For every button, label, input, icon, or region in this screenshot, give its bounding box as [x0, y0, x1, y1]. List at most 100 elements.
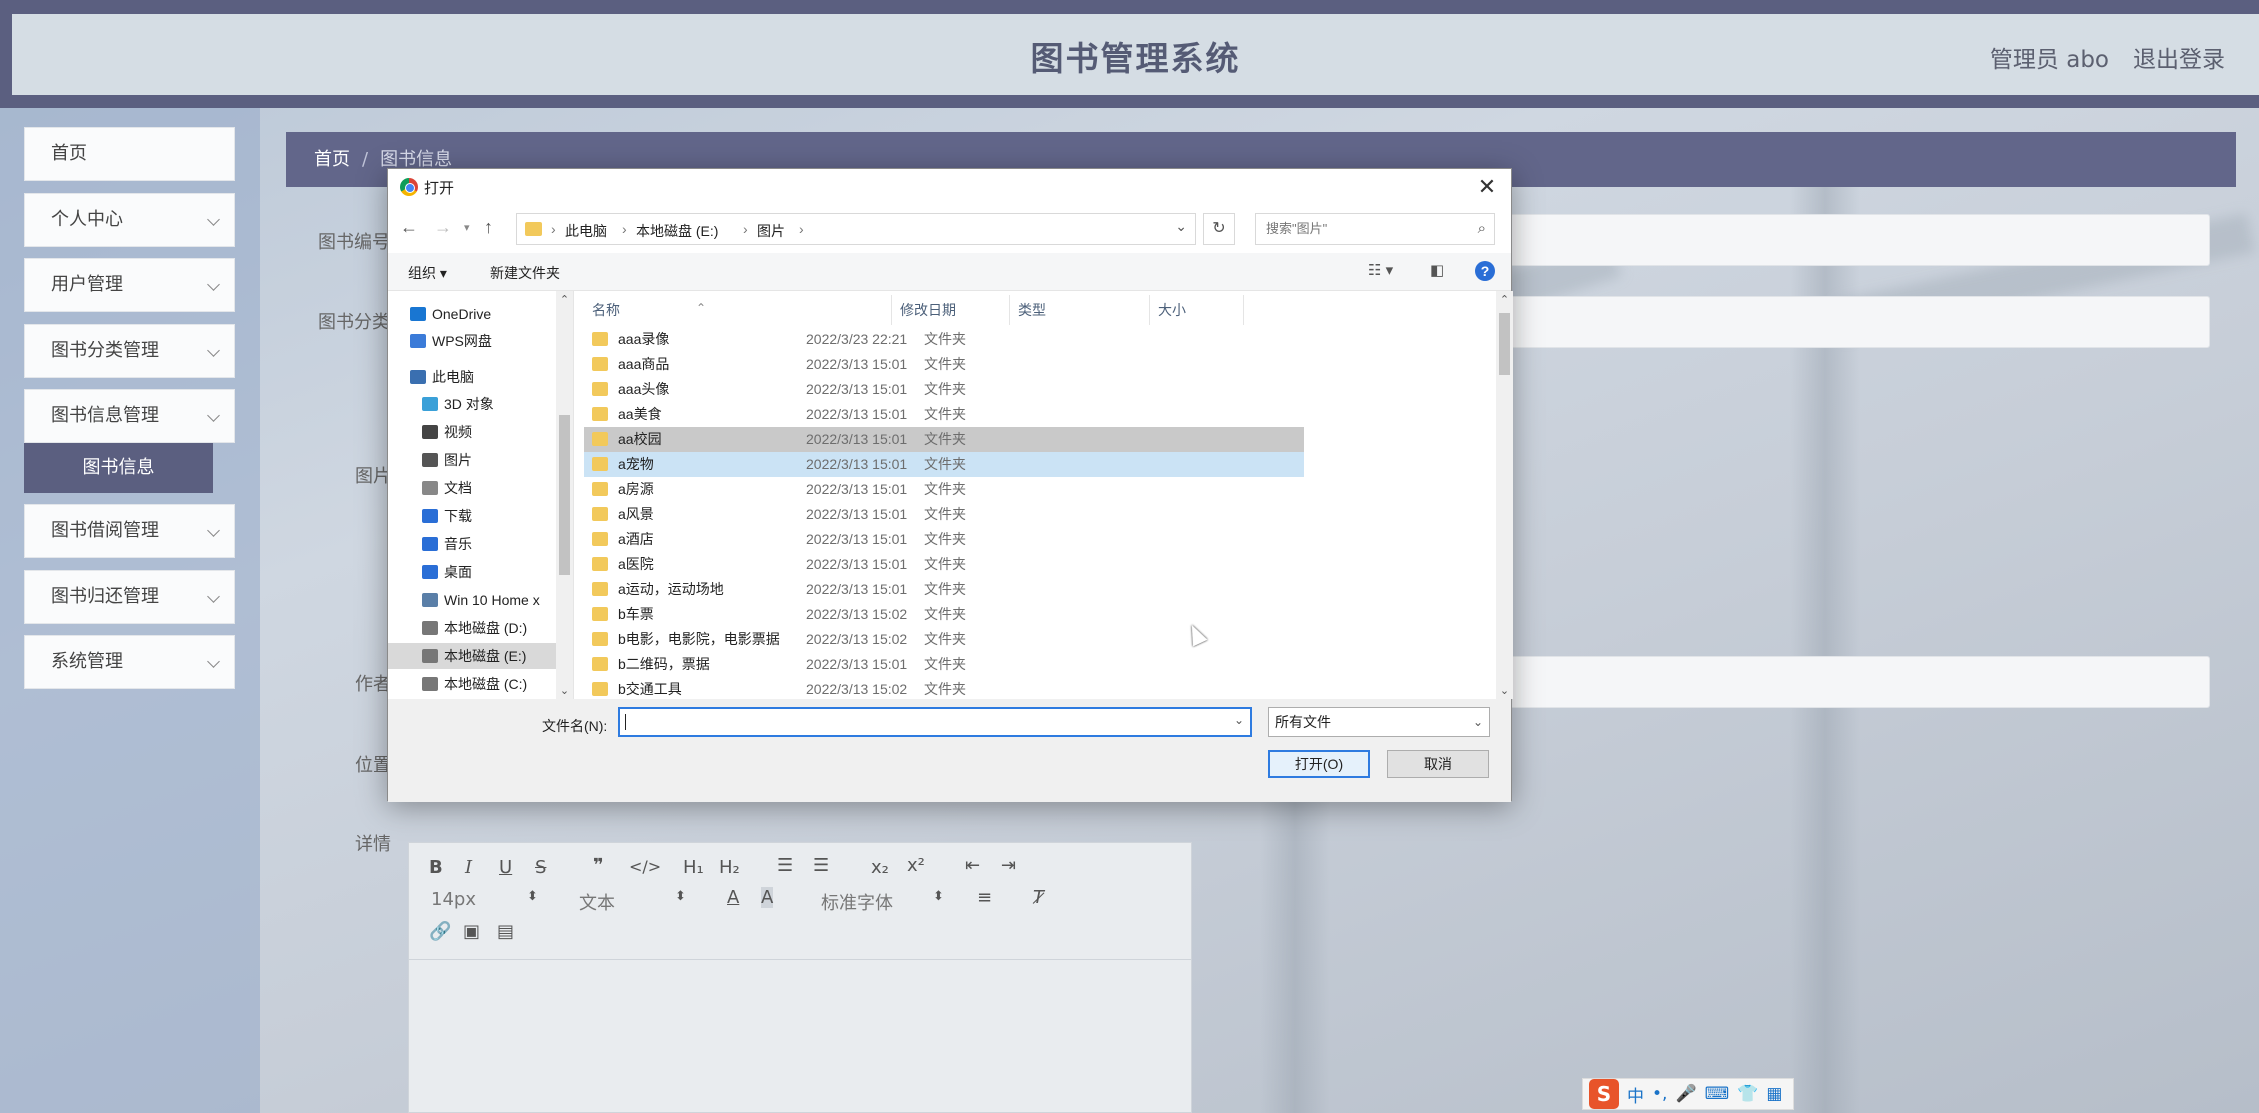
file-row[interactable]: a酒店 2022/3/13 15:01 文件夹 [584, 527, 1304, 552]
file-list-scrollbar[interactable]: ⌃ ⌄ [1496, 291, 1513, 699]
skin-icon[interactable]: 👕 [1737, 1084, 1758, 1104]
ordered-list-icon[interactable]: ☰ [777, 855, 793, 876]
back-arrow-icon[interactable]: ← [400, 217, 418, 238]
link-icon[interactable]: 🔗 [429, 921, 451, 942]
file-row[interactable]: a宠物 2022/3/13 15:01 文件夹 [584, 452, 1304, 477]
scroll-up-arrow-icon[interactable]: ⌃ [1496, 293, 1513, 306]
superscript-icon[interactable]: x² [907, 855, 925, 876]
nav-pane-scrollbar[interactable]: ⌃ ⌄ [556, 291, 573, 699]
preview-pane-icon[interactable]: ◧ [1430, 261, 1444, 279]
video-icon[interactable]: ▤ [497, 921, 514, 942]
nav-item-0[interactable]: OneDrive [388, 301, 556, 327]
font-family-select[interactable]: 标准字体 [821, 889, 893, 915]
strikethrough-icon[interactable]: S [535, 857, 546, 878]
filename-input[interactable]: ⌄ [618, 707, 1252, 737]
bold-icon[interactable]: B [429, 857, 443, 878]
scroll-down-arrow-icon[interactable]: ⌄ [556, 684, 573, 697]
nav-item-11[interactable]: 本地磁盘 (D:) [388, 615, 556, 641]
nav-item-13[interactable]: 本地磁盘 (C:) [388, 671, 556, 697]
keyboard-icon[interactable]: ⌨ [1705, 1084, 1730, 1104]
view-options-icon[interactable]: ☷ ▾ [1368, 261, 1393, 279]
refresh-icon[interactable]: ↻ [1203, 213, 1235, 245]
sidebar-subitem-book-info[interactable]: 图书信息 [24, 443, 213, 493]
organize-button[interactable]: 组织 ▾ [408, 263, 447, 283]
sidebar-item-category-management[interactable]: 图书分类管理 [24, 324, 235, 378]
sidebar-item-system-management[interactable]: 系统管理 [24, 635, 235, 689]
close-icon[interactable]: ✕ [1473, 173, 1501, 201]
ime-language[interactable]: 中 [1627, 1082, 1644, 1107]
toolbox-icon[interactable]: ▦ [1766, 1084, 1782, 1104]
file-row[interactable]: a风景 2022/3/13 15:01 文件夹 [584, 502, 1304, 527]
breadcrumb-home[interactable]: 首页 [314, 149, 350, 170]
block-type-select[interactable]: 文本 [579, 889, 615, 915]
nav-item-9[interactable]: 桌面 [388, 559, 556, 585]
indent-icon[interactable]: ⇥ [1001, 855, 1016, 876]
up-arrow-icon[interactable]: ↑ [484, 217, 493, 238]
heading2-icon[interactable]: H₂ [719, 857, 740, 878]
underline-icon[interactable]: U [499, 857, 512, 878]
scroll-down-arrow-icon[interactable]: ⌄ [1496, 684, 1513, 697]
text-color-icon[interactable]: A [727, 887, 739, 908]
outdent-icon[interactable]: ⇤ [965, 855, 980, 876]
address-segment-pictures[interactable]: 图片 [757, 221, 785, 241]
sidebar-item-borrow-management[interactable]: 图书借阅管理 [24, 504, 235, 558]
help-icon[interactable]: ? [1475, 261, 1495, 281]
file-row[interactable]: b交通工具 2022/3/13 15:02 文件夹 [584, 677, 1304, 699]
chevron-down-icon[interactable]: ⌄ [1234, 713, 1244, 727]
file-row[interactable]: aaa商品 2022/3/13 15:01 文件夹 [584, 352, 1304, 377]
microphone-icon[interactable]: 🎤 [1675, 1084, 1696, 1104]
book-no-input[interactable] [1500, 214, 2210, 266]
heading1-icon[interactable]: H₁ [683, 857, 704, 878]
column-header-type[interactable]: 类型 [1010, 295, 1150, 325]
open-button[interactable]: 打开(O) [1268, 750, 1370, 778]
file-row[interactable]: aaa头像 2022/3/13 15:01 文件夹 [584, 377, 1304, 402]
sidebar-item-return-management[interactable]: 图书归还管理 [24, 570, 235, 624]
nav-item-12[interactable]: 本地磁盘 (E:) [388, 643, 556, 669]
column-header-modified[interactable]: 修改日期 [892, 295, 1010, 325]
nav-item-7[interactable]: 下载 [388, 503, 556, 529]
align-icon[interactable]: ≡ [977, 887, 992, 908]
background-color-icon[interactable]: A [761, 887, 774, 908]
recent-locations-chevron-icon[interactable]: ▾ [464, 221, 470, 234]
nav-item-10[interactable]: Win 10 Home x [388, 587, 556, 613]
author-input[interactable] [1500, 656, 2210, 708]
code-icon[interactable]: </> [629, 857, 661, 876]
address-bar[interactable]: › 此电脑 › 本地磁盘 (E:) › 图片 › ⌄ [516, 213, 1196, 245]
nav-item-3[interactable]: 3D 对象 [388, 391, 556, 417]
nav-item-5[interactable]: 图片 [388, 447, 556, 473]
font-size-select[interactable]: 14px [431, 889, 476, 910]
file-row[interactable]: aa美食 2022/3/13 15:01 文件夹 [584, 402, 1304, 427]
clear-format-icon[interactable]: T̷ [1033, 887, 1044, 908]
nav-item-4[interactable]: 视频 [388, 419, 556, 445]
blockquote-icon[interactable]: ❞ [593, 855, 604, 876]
bullet-list-icon[interactable]: ☰ [813, 855, 829, 876]
scroll-up-arrow-icon[interactable]: ⌃ [556, 293, 573, 306]
nav-item-6[interactable]: 文档 [388, 475, 556, 501]
column-header-name[interactable]: 名称 ⌃ [584, 295, 892, 325]
new-folder-button[interactable]: 新建文件夹 [490, 263, 560, 283]
logout-link[interactable]: 退出登录 [2133, 40, 2225, 74]
sidebar-item-home[interactable]: 首页 [24, 127, 235, 181]
punctuation-icon[interactable]: •, [1652, 1084, 1667, 1104]
file-row[interactable]: a房源 2022/3/13 15:01 文件夹 [584, 477, 1304, 502]
address-dropdown-icon[interactable]: ⌄ [1175, 218, 1187, 235]
search-input[interactable]: 搜索"图片" ⌕ [1255, 213, 1495, 245]
column-header-size[interactable]: 大小 [1150, 295, 1244, 325]
nav-item-1[interactable]: WPS网盘 [388, 328, 556, 354]
category-select[interactable] [1500, 296, 2210, 348]
file-row[interactable]: a医院 2022/3/13 15:01 文件夹 [584, 552, 1304, 577]
subscript-icon[interactable]: x₂ [871, 857, 889, 878]
sidebar-item-book-info-management[interactable]: 图书信息管理 [24, 389, 235, 443]
scrollbar-thumb[interactable] [1499, 313, 1510, 375]
sidebar-item-personal-center[interactable]: 个人中心 [24, 193, 235, 247]
sogou-logo-icon[interactable]: S [1589, 1079, 1619, 1109]
cancel-button[interactable]: 取消 [1387, 750, 1489, 778]
image-icon[interactable]: ▣ [463, 921, 480, 942]
file-row[interactable]: aaa录像 2022/3/23 22:21 文件夹 [584, 327, 1304, 352]
forward-arrow-icon[interactable]: → [434, 217, 452, 238]
file-row[interactable]: b二维码，票据 2022/3/13 15:01 文件夹 [584, 652, 1304, 677]
nav-item-2[interactable]: 此电脑 [388, 364, 556, 390]
nav-item-8[interactable]: 音乐 [388, 531, 556, 557]
scrollbar-thumb[interactable] [559, 415, 570, 575]
file-row[interactable]: aa校园 2022/3/13 15:01 文件夹 [584, 427, 1304, 452]
